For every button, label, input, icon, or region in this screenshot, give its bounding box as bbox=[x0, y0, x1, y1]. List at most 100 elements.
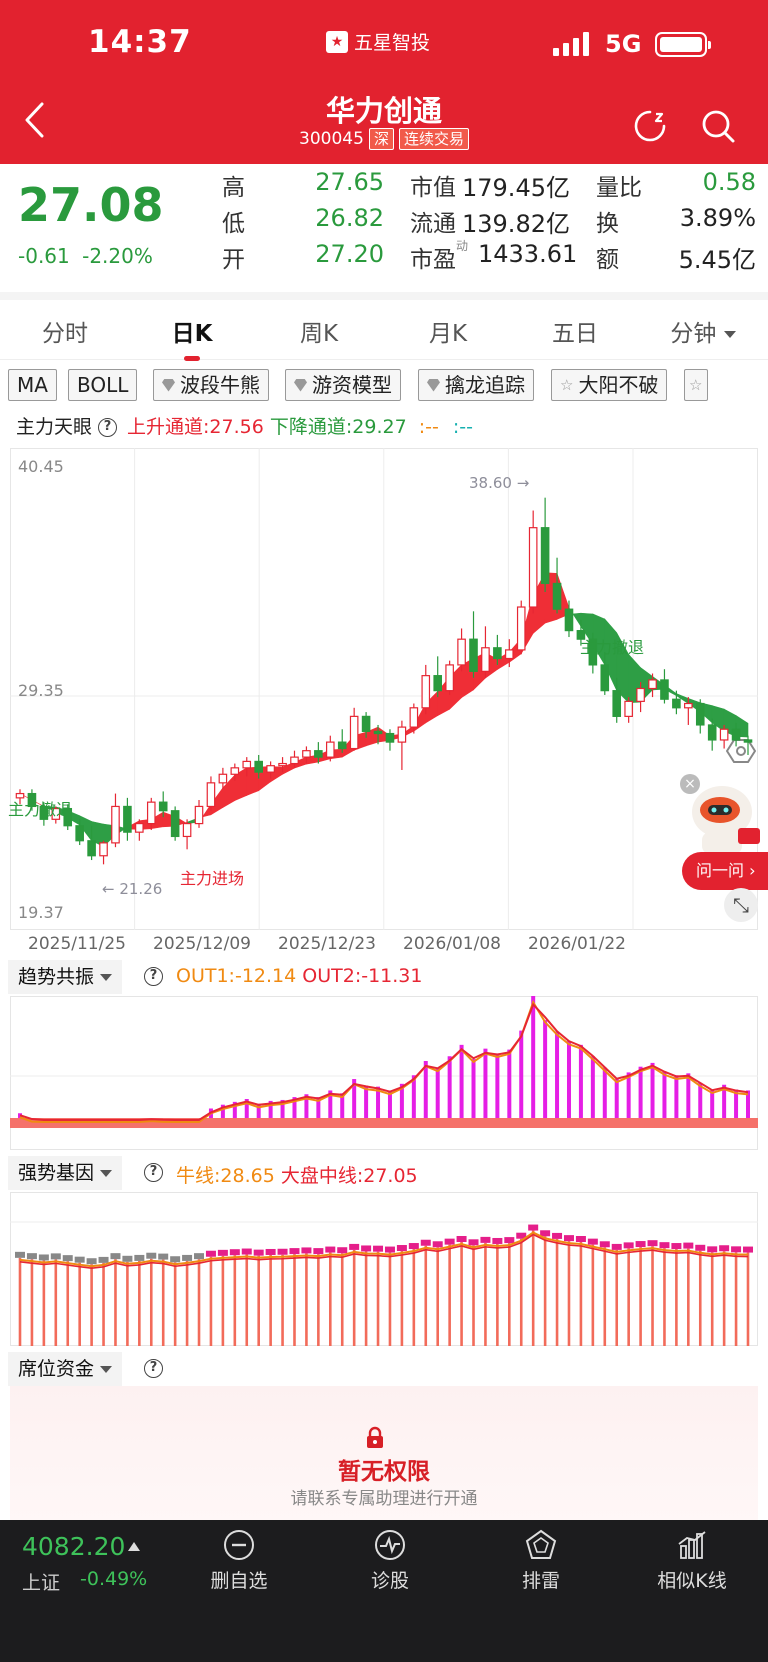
strong-gene-header: 强势基因 ? 牛线:28.65 大盘中线:27.05 bbox=[0, 1156, 768, 1190]
gene-cap bbox=[134, 1254, 145, 1261]
trade-status-tag: 连续交易 bbox=[398, 128, 469, 150]
bar-chart-icon bbox=[678, 1531, 706, 1559]
histogram-bar bbox=[602, 1067, 607, 1118]
panel-selector[interactable]: 席位资金 bbox=[8, 1352, 123, 1386]
candle-body bbox=[564, 608, 574, 632]
candle-body bbox=[624, 700, 633, 717]
candle-body bbox=[135, 822, 144, 833]
help-icon[interactable]: ? bbox=[144, 1359, 163, 1378]
min-price-note: ← 21.26 bbox=[102, 880, 162, 898]
gene-bar bbox=[436, 1247, 440, 1346]
gene-cap bbox=[361, 1245, 372, 1252]
histogram-bar bbox=[626, 1072, 631, 1118]
expand-icon[interactable]: ⤡ bbox=[724, 888, 758, 922]
gene-cap bbox=[647, 1240, 658, 1247]
help-icon[interactable]: ? bbox=[144, 1163, 163, 1182]
gene-bar bbox=[161, 1259, 165, 1346]
candle-body bbox=[111, 805, 120, 844]
remove-watchlist-button[interactable]: 删自选 bbox=[184, 1528, 294, 1593]
gene-cap bbox=[146, 1252, 157, 1259]
kline-chart[interactable]: 40.45 29.35 19.37 38.60 → ← 21.26 主力撤退 主… bbox=[8, 448, 758, 930]
tab-intraday[interactable]: 分时 bbox=[10, 314, 120, 348]
candle-body bbox=[719, 728, 729, 741]
candle-body bbox=[325, 741, 335, 758]
gene-cap bbox=[122, 1255, 133, 1262]
lock-icon bbox=[367, 1426, 383, 1448]
indicator-chip-more[interactable]: ☆ bbox=[684, 369, 708, 401]
status-app-label: ★ 五星智投 bbox=[326, 28, 430, 55]
indicator-chip-label: 波段牛熊 bbox=[180, 373, 260, 397]
indicator-chip-hot-money[interactable]: 游资模型 bbox=[285, 369, 401, 401]
similar-kline-button[interactable]: 相似K线 bbox=[637, 1528, 747, 1593]
gene-cap bbox=[98, 1256, 109, 1263]
gene-cap bbox=[420, 1239, 431, 1246]
histogram-bar bbox=[698, 1082, 703, 1118]
gene-cap bbox=[563, 1235, 574, 1242]
star-icon: ☆ bbox=[560, 376, 574, 394]
tab-five-day[interactable]: 五日 bbox=[520, 314, 630, 348]
float-label: 流通 bbox=[410, 211, 456, 237]
nav-label: 诊股 bbox=[370, 1570, 409, 1592]
tab-minute[interactable]: 分钟 bbox=[648, 314, 758, 348]
panel-selector[interactable]: 强势基因 bbox=[8, 1156, 123, 1190]
app-header: 14:37 ★ 五星智投 5G 华力创通 300045 深连续交易 bbox=[0, 0, 768, 164]
no-permission-subtitle[interactable]: 请联系专属助理进行开通 bbox=[0, 1484, 768, 1509]
indicator-chip-boll[interactable]: BOLL bbox=[68, 369, 138, 401]
gene-cap bbox=[671, 1243, 682, 1250]
gene-bar bbox=[722, 1251, 726, 1346]
help-icon[interactable]: ? bbox=[98, 418, 118, 437]
gene-bar bbox=[496, 1243, 499, 1346]
gene-bar bbox=[603, 1247, 607, 1346]
gene-cap bbox=[731, 1246, 742, 1253]
indicator-chip-dragon[interactable]: 擒龙追踪 bbox=[418, 369, 534, 401]
risk-scan-button[interactable]: 排雷 bbox=[486, 1528, 596, 1593]
candle-body bbox=[540, 527, 550, 585]
panel-legend: 牛线:28.65 大盘中线:27.05 bbox=[176, 1161, 418, 1188]
gene-bar bbox=[364, 1251, 368, 1346]
indicator-chip-big-yang[interactable]: ☆ 大阳不破 bbox=[551, 369, 668, 401]
histogram-bar bbox=[614, 1079, 619, 1118]
gene-bar bbox=[472, 1245, 475, 1346]
help-icon[interactable]: ? bbox=[144, 967, 163, 986]
gene-cap bbox=[289, 1248, 300, 1255]
tab-monthly-k[interactable]: 月K bbox=[393, 314, 503, 348]
gene-cap bbox=[468, 1239, 479, 1246]
gene-bar bbox=[149, 1258, 153, 1346]
bottom-toolbar: 4082.20 上证 -0.49% 删自选 诊股 排雷 相似K线 bbox=[0, 1520, 768, 1662]
gene-cap bbox=[86, 1258, 97, 1265]
search-button[interactable] bbox=[698, 106, 738, 146]
candle-body bbox=[409, 707, 419, 728]
gene-cap bbox=[384, 1246, 395, 1253]
close-icon[interactable]: × bbox=[680, 774, 700, 794]
float-value: 139.82亿 bbox=[462, 210, 570, 238]
indicator-chip-band[interactable]: 波段牛熊 bbox=[153, 369, 269, 401]
indicator-chip-ma[interactable]: MA bbox=[8, 369, 57, 401]
gene-cap bbox=[528, 1224, 539, 1231]
strong-gene-chart bbox=[10, 1192, 758, 1346]
candle-body bbox=[75, 825, 84, 842]
index-value[interactable]: 4082.20 bbox=[22, 1532, 125, 1561]
gene-cap bbox=[241, 1248, 252, 1255]
diagnose-button[interactable]: 诊股 bbox=[335, 1528, 445, 1593]
tab-daily-k[interactable]: 日K bbox=[137, 314, 247, 348]
gene-bar bbox=[185, 1260, 189, 1346]
gene-bar bbox=[639, 1247, 642, 1346]
date-tick: 2025/12/09 bbox=[153, 934, 251, 954]
gene-bar bbox=[245, 1254, 249, 1346]
panel-selector[interactable]: 趋势共振 bbox=[8, 960, 123, 994]
gene-cap bbox=[540, 1230, 551, 1237]
low-label: 低 bbox=[222, 211, 245, 237]
y-tick-min: 19.37 bbox=[18, 903, 64, 922]
gene-bar bbox=[173, 1262, 177, 1346]
tab-weekly-k[interactable]: 周K bbox=[264, 314, 374, 348]
ask-button[interactable]: 问一问 › bbox=[682, 852, 768, 890]
pulse-icon bbox=[375, 1530, 405, 1560]
low-value: 26.82 bbox=[315, 204, 384, 232]
date-tick: 2025/11/25 bbox=[28, 934, 126, 954]
gene-cap bbox=[719, 1245, 730, 1252]
app-name: 五星智投 bbox=[354, 32, 431, 54]
refresh-button[interactable] bbox=[630, 106, 670, 146]
mcap-value: 179.45亿 bbox=[462, 174, 570, 202]
moon-refresh-icon bbox=[634, 110, 666, 142]
candle-body bbox=[493, 647, 502, 660]
